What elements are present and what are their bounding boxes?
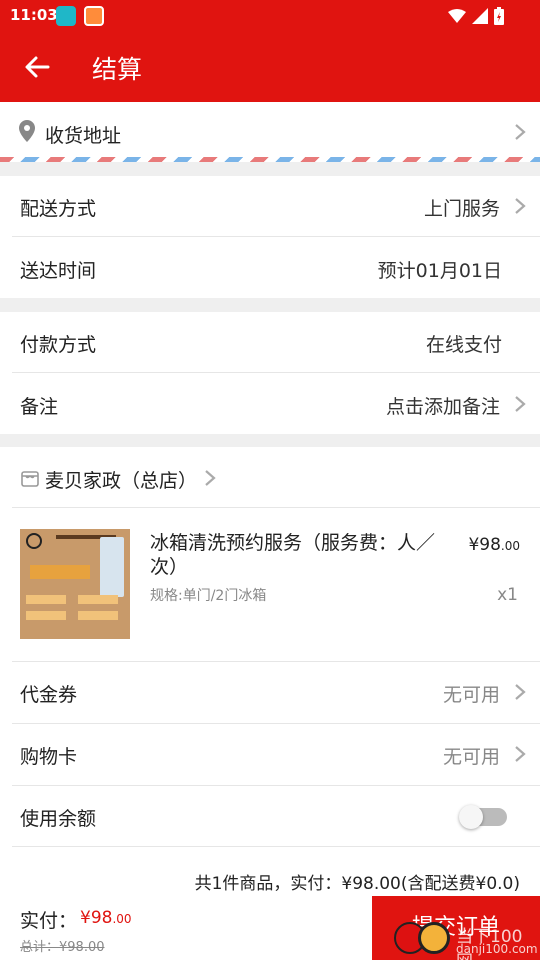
divider (12, 507, 540, 508)
voucher-label: 代金券 (20, 684, 78, 706)
app-notification-icon-2 (84, 6, 104, 26)
shopping-card-label: 购物卡 (20, 746, 78, 768)
page-title: 结算 (92, 55, 143, 84)
payment-method-row: 付款方式 在线支付 (0, 312, 540, 372)
voucher-row[interactable]: 代金券 无可用 (0, 662, 540, 722)
delivery-time-value: 预计01月01日 (377, 260, 502, 282)
thumbnail-tag (26, 595, 66, 604)
location-pin-icon (19, 120, 35, 142)
chevron-right-icon (515, 684, 526, 700)
status-time: 11:03 (10, 6, 58, 24)
battery-icon (494, 7, 504, 25)
store-icon (21, 471, 39, 487)
divider (12, 372, 540, 373)
chevron-right-icon (515, 124, 526, 140)
thumbnail-tag (78, 595, 118, 604)
address-label[interactable]: 收货地址 (45, 121, 121, 148)
delivery-method-label: 配送方式 (20, 198, 97, 220)
delivery-method-row[interactable]: 配送方式 上门服务 (0, 176, 540, 236)
signal-icon (472, 8, 488, 24)
watermark-url: danji100.com (456, 942, 538, 956)
watermark-logo-2 (418, 922, 450, 954)
payment-method-label: 付款方式 (20, 334, 97, 356)
pay-decimal: .00 (112, 912, 132, 926)
status-icons (448, 6, 504, 26)
payment-section: 付款方式 在线支付 备注 点击添加备注 (0, 312, 540, 434)
status-bar: 11:03 (0, 0, 540, 32)
delivery-method-value: 上门服务 (423, 198, 500, 220)
thumbnail-tag (78, 611, 118, 620)
shopping-card-row[interactable]: 购物卡 无可用 (0, 724, 540, 784)
remark-label: 备注 (20, 396, 59, 418)
payment-method-value: 在线支付 (425, 334, 502, 356)
delivery-time-label: 送达时间 (20, 260, 97, 282)
delivery-time-row: 送达时间 预计01月01日 (0, 238, 540, 298)
order-summary: 共1件商品，实付：¥98.00(含配送费¥0.0) (194, 874, 520, 894)
chevron-right-icon (515, 396, 526, 412)
product-spec: 规格:单门/2门冰箱 (150, 588, 267, 604)
thumbnail-tag (26, 611, 66, 620)
shopping-card-value: 无可用 (442, 746, 500, 768)
wifi-icon (448, 9, 466, 23)
watermark: 当下100网 danji100.com (394, 918, 538, 960)
remark-value: 点击添加备注 (385, 396, 500, 418)
remark-row[interactable]: 备注 点击添加备注 (0, 374, 540, 434)
app-notification-icon (56, 6, 76, 26)
product-price: ¥98.00 (468, 535, 520, 555)
airmail-border (0, 157, 540, 162)
divider (12, 236, 540, 237)
thumbnail-banner (30, 565, 90, 579)
product-thumbnail[interactable] (20, 529, 130, 639)
chevron-right-icon[interactable] (204, 469, 216, 487)
balance-label: 使用余额 (20, 808, 97, 830)
app-bar: 结算 (0, 32, 540, 102)
delivery-section: 配送方式 上门服务 送达时间 预计01月01日 (0, 176, 540, 298)
product-name[interactable]: 冰箱清洗预约服务（服务费：人／次） (150, 531, 450, 579)
chevron-right-icon (515, 198, 526, 214)
back-arrow-icon[interactable] (22, 52, 52, 82)
pay-label: 实付： (20, 910, 78, 932)
fridge-illustration (100, 537, 124, 597)
shop-name[interactable]: 麦贝家政（总店） (45, 466, 197, 493)
chevron-right-icon (515, 746, 526, 762)
pay-amount: ¥98.00 (80, 908, 132, 928)
balance-toggle[interactable] (459, 805, 507, 829)
price-decimal: .00 (500, 539, 520, 553)
toggle-knob (459, 805, 483, 829)
voucher-value: 无可用 (442, 684, 500, 706)
divider (12, 846, 540, 847)
brand-logo (26, 533, 42, 549)
pay-main: ¥98 (80, 908, 113, 928)
price-main: ¥98 (468, 535, 501, 555)
total-amount: 总计：¥98.00 (20, 940, 105, 955)
product-quantity: x1 (497, 585, 518, 605)
